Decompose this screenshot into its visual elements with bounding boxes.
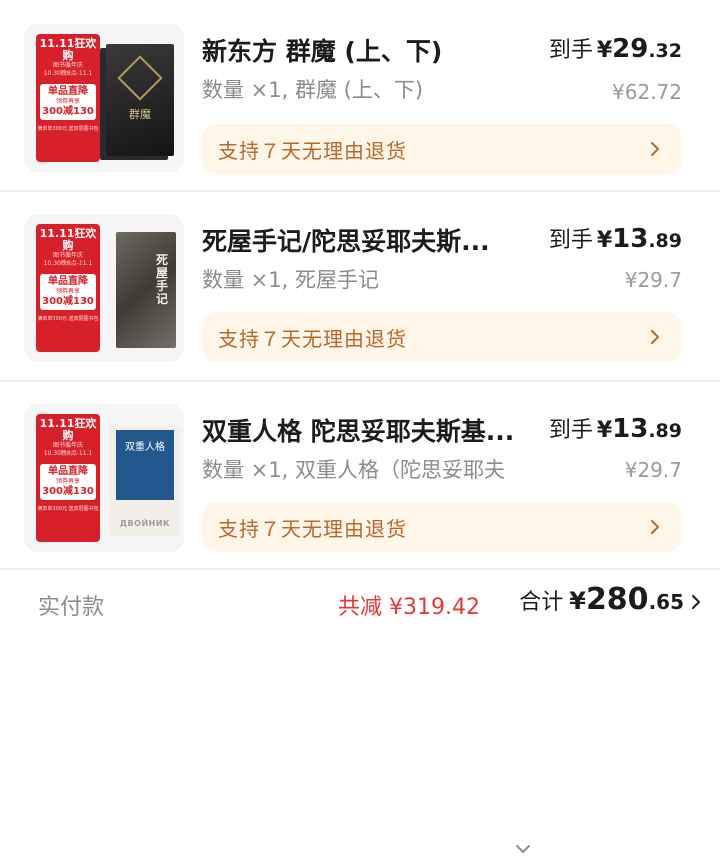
product-spec[interactable]: 数量 ×1, 死屋手记 [202,264,522,294]
original-price: ¥62.72 [612,80,682,104]
chevron-right-icon[interactable] [686,592,706,612]
product-thumbnail[interactable]: 11.11狂欢购 图书循年庆 10.30晚8点-11.1 单品直降 领券再享 3… [24,404,184,552]
paid-label: 实付款 [38,595,105,620]
product-thumbnail[interactable]: 11.11狂欢购 图书循年庆 10.30晚8点-11.1 单品直降 领券再享 3… [24,214,184,362]
return-policy-banner[interactable]: 支持７天无理由退货 [202,124,682,174]
book-cover: 群魔 [106,44,174,156]
order-item-1[interactable]: 11.11狂欢购 图书循年庆 10.30晚8点-11.1 单品直降 领券再享 3… [0,0,720,190]
product-title[interactable]: 死屋手记/陀思妥耶夫斯... [202,222,532,258]
product-title[interactable]: 双重人格 陀思妥耶夫斯基... [202,412,532,448]
chevron-right-icon [651,520,659,534]
product-spec[interactable]: 数量 ×1, 群魔 (上、下) [202,74,522,104]
order-item-3[interactable]: 11.11狂欢购 图书循年庆 10.30晚8点-11.1 单品直降 领券再享 3… [0,382,720,853]
product-spec[interactable]: 数量 ×1, 双重人格（陀思妥耶夫 [202,454,508,484]
promo-banner: 11.11狂欢购 图书循年庆 10.30晚8点-11.1 单品直降 领券再享 3… [36,224,100,352]
chevron-down-icon[interactable] [512,838,534,860]
promo-banner: 11.11狂欢购 图书循年庆 10.30晚8点-11.1 单品直降 领券再享 3… [36,34,100,162]
book-cover: 死屋手记 [116,232,176,348]
return-policy-banner[interactable]: 支持７天无理由退货 [202,502,682,552]
product-thumbnail[interactable]: 11.11狂欢购 图书循年庆 10.30晚8点-11.1 单品直降 领券再享 3… [24,24,184,172]
final-price: 到手 ¥13.89 [548,414,682,444]
return-policy-banner[interactable]: 支持７天无理由退货 [202,312,682,362]
original-price: ¥29.7 [624,268,682,292]
original-price: ¥29.7 [624,458,682,482]
promo-banner: 11.11狂欢购 图书循年庆 10.30晚8点-11.1 单品直降 领券再享 3… [36,414,100,542]
final-price: 到手 ¥29.32 [548,34,682,64]
chevron-right-icon [651,330,659,344]
book-cover: 双重人格 ДВОЙНИК [110,426,180,536]
product-title[interactable]: 新东方 群魔 (上、下) [202,32,532,68]
chevron-right-icon [651,142,659,156]
final-price: 到手 ¥13.89 [548,224,682,254]
order-item-2[interactable]: 11.11狂欢购 图书循年庆 10.30晚8点-11.1 单品直降 领券再享 3… [0,192,720,380]
total-discount: 共减 ¥319.42 [338,595,480,620]
total-amount[interactable]: 合计 ¥280.65 [519,582,684,617]
payment-summary: 实付款 共减 ¥319.42 合计 ¥280.65 [0,570,720,636]
